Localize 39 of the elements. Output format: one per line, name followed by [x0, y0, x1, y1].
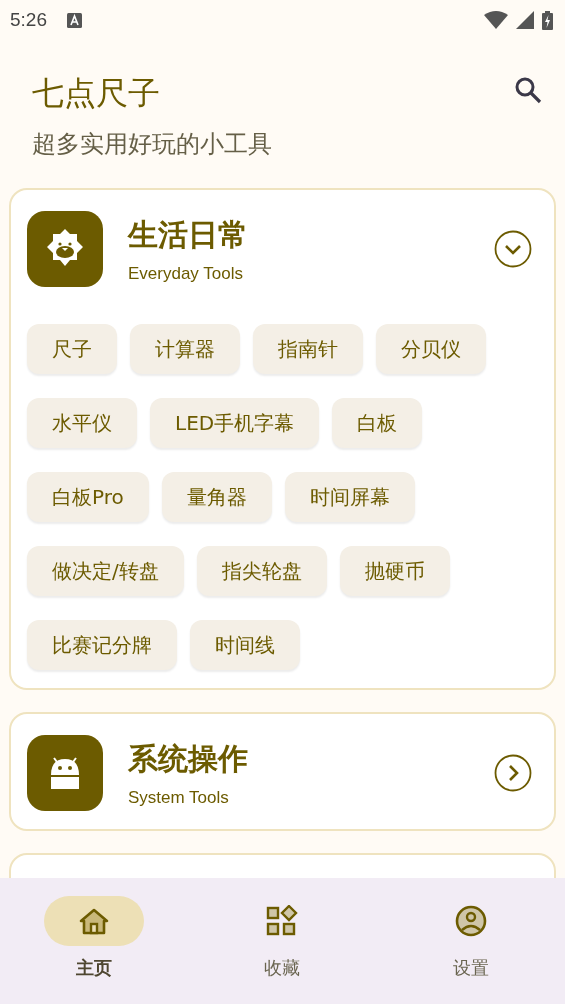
category-title: 生活日常: [128, 215, 249, 254]
signal-icon: [516, 11, 534, 29]
battery-icon: [542, 10, 553, 30]
category-subtitle: System Tools: [128, 787, 230, 808]
app-subtitle: 超多实用好玩的小工具: [32, 129, 273, 160]
expand-icon[interactable]: [494, 754, 532, 792]
tool-chip[interactable]: 白板Pro: [27, 472, 149, 522]
tool-chip[interactable]: 比赛记分牌: [27, 620, 177, 670]
tool-chip[interactable]: 时间线: [190, 620, 300, 670]
search-icon[interactable]: [514, 76, 542, 104]
home-icon: [79, 907, 110, 935]
category-card[interactable]: 系统操作 System Tools: [9, 712, 556, 831]
tool-chip[interactable]: 分贝仪: [376, 324, 486, 374]
wifi-icon: [484, 11, 508, 29]
tool-chip[interactable]: 白板: [332, 398, 423, 448]
tool-chip[interactable]: 时间屏幕: [284, 472, 415, 522]
category-title: 系统操作: [128, 739, 249, 778]
tool-chip[interactable]: LED手机字幕: [150, 398, 320, 448]
collapse-icon[interactable]: [494, 230, 532, 268]
tool-chip[interactable]: 做决定/转盘: [27, 546, 184, 596]
nav-item[interactable]: 设置: [376, 878, 565, 1004]
category-card[interactable]: 生活日常 Everyday Tools 尺子 计算器 指南针 分贝仪 水平仪 LED手机字幕 白板 白板Pro 量角器 时间屏幕 做决定/转盘 指尖轮盘 抛硬币 比赛记分牌 时间线: [9, 188, 556, 690]
tool-chip[interactable]: 量角器: [161, 472, 272, 522]
tool-chip[interactable]: 尺子: [27, 324, 117, 374]
widgets-icon: [266, 905, 299, 937]
tool-chip[interactable]: 抛硬币: [339, 546, 450, 596]
bear-badge-icon: [27, 211, 103, 287]
tool-chip[interactable]: 水平仪: [27, 398, 137, 448]
status-time: 5:26: [10, 9, 47, 31]
tool-chip[interactable]: 指尖轮盘: [196, 546, 327, 596]
app-title: 七点尺子: [32, 73, 161, 114]
category-subtitle: Everyday Tools: [128, 263, 244, 284]
tool-chip[interactable]: 指南针: [253, 324, 363, 374]
tool-chip[interactable]: 计算器: [130, 324, 240, 374]
android-icon: [27, 735, 103, 811]
notification-icon: [67, 12, 82, 28]
account-icon: [454, 905, 487, 937]
nav-item[interactable]: 收藏: [188, 878, 377, 1004]
nav-item[interactable]: 主页: [0, 878, 189, 1004]
